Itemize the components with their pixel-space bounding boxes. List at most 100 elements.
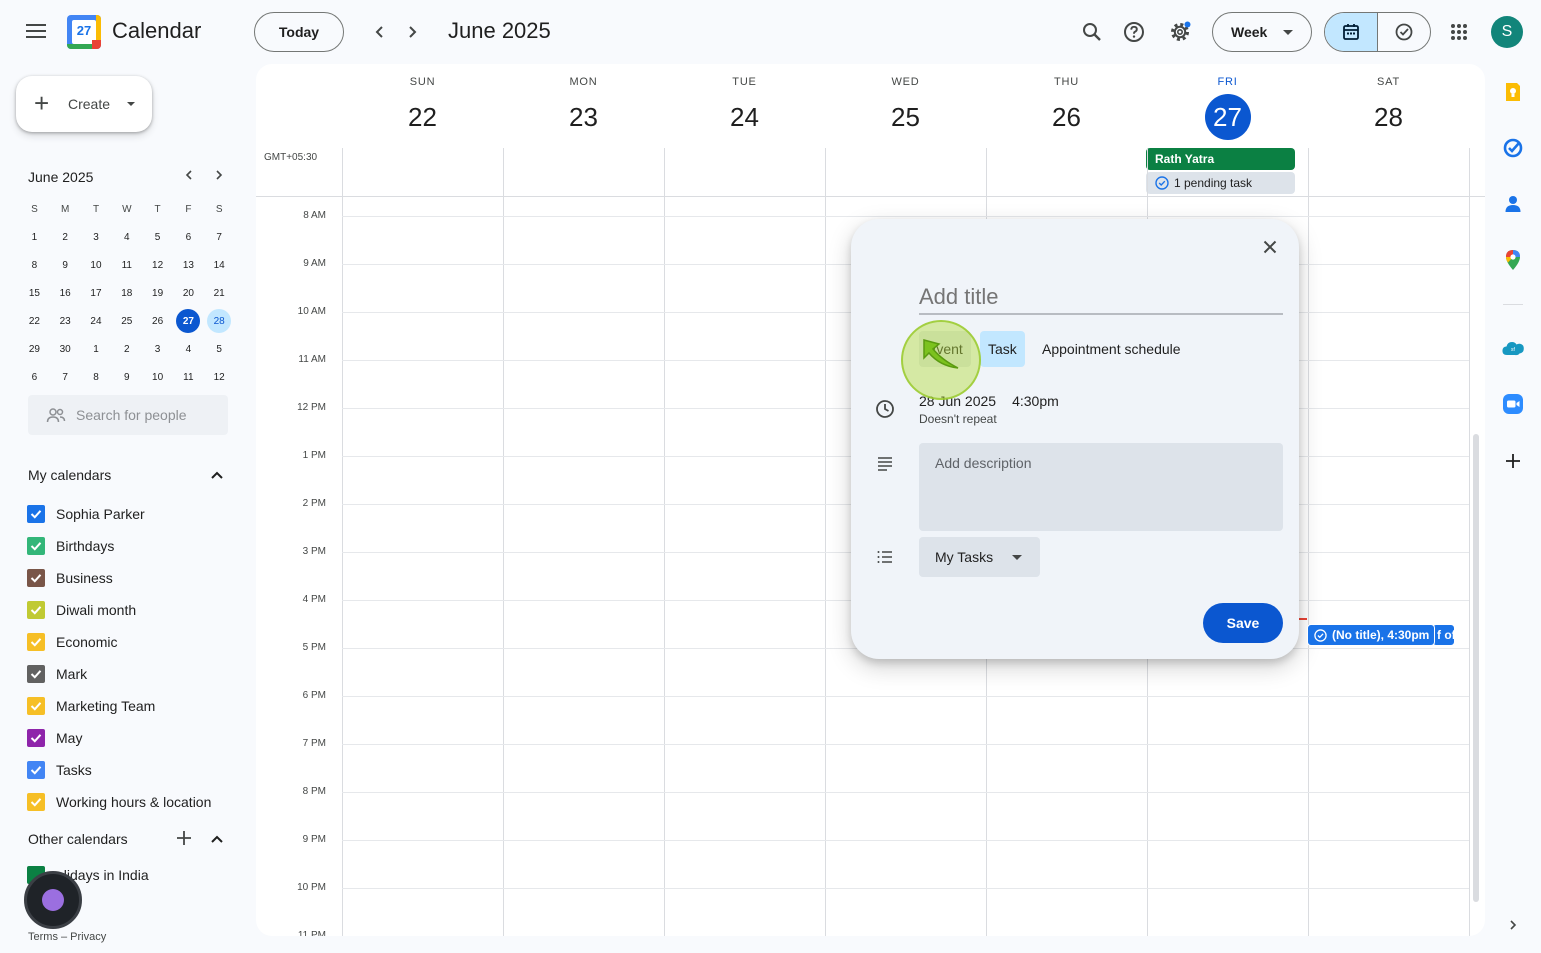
- mini-day[interactable]: 6: [173, 223, 204, 251]
- day-header[interactable]: FRI 27: [1147, 64, 1308, 148]
- all-day-event[interactable]: Rath Yatra: [1146, 148, 1295, 170]
- mini-day[interactable]: 4: [111, 223, 142, 251]
- day-header[interactable]: MON 23: [503, 64, 664, 148]
- mini-day[interactable]: 9: [50, 251, 81, 279]
- mini-calendar-previous-icon[interactable]: [180, 168, 198, 184]
- create-button[interactable]: + Create: [16, 76, 152, 132]
- mini-day[interactable]: 25: [111, 307, 142, 335]
- mini-day[interactable]: 7: [204, 223, 235, 251]
- mini-day[interactable]: 7: [50, 363, 81, 391]
- mini-day[interactable]: 6: [19, 363, 50, 391]
- settings-gear-icon[interactable]: [1164, 16, 1196, 48]
- mini-day[interactable]: 21: [204, 279, 235, 307]
- save-button[interactable]: Save: [1203, 603, 1283, 643]
- maps-icon[interactable]: [1501, 248, 1525, 272]
- mini-day[interactable]: 11: [111, 251, 142, 279]
- expand-side-panel-icon[interactable]: [1501, 913, 1525, 937]
- title-input[interactable]: [919, 281, 1283, 315]
- calendar-item[interactable]: Sophia Parker: [27, 498, 247, 530]
- calendar-checkbox[interactable]: [27, 633, 45, 651]
- calendar-checkbox[interactable]: [27, 537, 45, 555]
- time-picker[interactable]: 4:30pm: [1012, 393, 1059, 409]
- collapse-other-calendars-icon[interactable]: [209, 831, 225, 847]
- zoom-icon[interactable]: [1501, 392, 1525, 416]
- app-title[interactable]: Calendar: [112, 18, 201, 44]
- my-calendars-heading[interactable]: My calendars: [28, 467, 111, 483]
- mini-day[interactable]: 26: [142, 307, 173, 335]
- calendar-item[interactable]: Birthdays: [27, 530, 247, 562]
- day-number[interactable]: 27: [1204, 94, 1251, 140]
- calendar-item[interactable]: Working hours & location: [27, 786, 247, 818]
- mini-day[interactable]: 12: [204, 363, 235, 391]
- mini-day[interactable]: 1: [19, 223, 50, 251]
- tasks-icon[interactable]: [1501, 136, 1525, 160]
- mini-day[interactable]: 8: [19, 251, 50, 279]
- calendar-item[interactable]: Marketing Team: [27, 690, 247, 722]
- mini-day[interactable]: 13: [173, 251, 204, 279]
- collapse-my-calendars-icon[interactable]: [209, 467, 225, 483]
- mini-day[interactable]: 30: [50, 335, 81, 363]
- repeat-option[interactable]: Doesn't repeat: [919, 412, 997, 426]
- mini-day[interactable]: 28: [204, 307, 235, 335]
- mini-day[interactable]: 16: [50, 279, 81, 307]
- tab-appointment-schedule[interactable]: Appointment schedule: [1034, 331, 1189, 367]
- mini-day[interactable]: 2: [50, 223, 81, 251]
- mini-day[interactable]: 19: [142, 279, 173, 307]
- mini-day[interactable]: 15: [19, 279, 50, 307]
- search-icon[interactable]: [1076, 16, 1108, 48]
- day-header[interactable]: SUN 22: [342, 64, 503, 148]
- day-number[interactable]: 25: [883, 94, 929, 140]
- task-list-selector[interactable]: My Tasks: [919, 537, 1040, 577]
- day-header[interactable]: TUE 24: [664, 64, 825, 148]
- calendar-item[interactable]: Economic: [27, 626, 247, 658]
- calendar-checkbox[interactable]: [27, 665, 45, 683]
- mini-day[interactable]: 2: [111, 335, 142, 363]
- mini-day[interactable]: 10: [81, 251, 112, 279]
- previous-week-icon[interactable]: [368, 20, 392, 44]
- mini-day[interactable]: 14: [204, 251, 235, 279]
- pending-task-chip[interactable]: 1 pending task: [1146, 172, 1295, 194]
- people-search-field[interactable]: Search for people: [28, 395, 228, 435]
- account-avatar[interactable]: S: [1491, 16, 1523, 48]
- mini-day[interactable]: 11: [173, 363, 204, 391]
- day-header[interactable]: WED 25: [825, 64, 986, 148]
- mini-day[interactable]: 23: [50, 307, 81, 335]
- terms-privacy-links[interactable]: Terms – Privacy: [28, 931, 106, 943]
- description-field[interactable]: Add description: [919, 443, 1283, 531]
- mini-day[interactable]: 17: [81, 279, 112, 307]
- calendar-checkbox[interactable]: [27, 729, 45, 747]
- mini-day[interactable]: 18: [111, 279, 142, 307]
- mini-day[interactable]: 10: [142, 363, 173, 391]
- mini-calendar-next-icon[interactable]: [210, 168, 228, 184]
- mini-day[interactable]: 22: [19, 307, 50, 335]
- contacts-icon[interactable]: [1501, 192, 1525, 216]
- mini-day[interactable]: 20: [173, 279, 204, 307]
- mini-day[interactable]: 29: [19, 335, 50, 363]
- mini-day[interactable]: 12: [142, 251, 173, 279]
- today-button[interactable]: Today: [254, 12, 344, 52]
- calendar-item[interactable]: May: [27, 722, 247, 754]
- day-header[interactable]: THU 26: [986, 64, 1147, 148]
- view-selector[interactable]: Week: [1212, 12, 1312, 52]
- main-menu-icon[interactable]: [24, 20, 48, 44]
- week-scrollbar[interactable]: [1473, 434, 1479, 902]
- apps-grid-icon[interactable]: [1443, 16, 1475, 48]
- salesforce-icon[interactable]: sf: [1501, 336, 1525, 360]
- close-icon[interactable]: [1256, 233, 1284, 261]
- day-number[interactable]: 28: [1366, 94, 1412, 140]
- mini-day[interactable]: 5: [204, 335, 235, 363]
- calendar-item[interactable]: Tasks: [27, 754, 247, 786]
- calendar-item[interactable]: Mark: [27, 658, 247, 690]
- calendar-checkbox[interactable]: [27, 697, 45, 715]
- mini-day[interactable]: 3: [142, 335, 173, 363]
- tab-task[interactable]: Task: [980, 331, 1025, 367]
- calendar-item[interactable]: Diwali month: [27, 594, 247, 626]
- calendar-logo-icon[interactable]: 27: [67, 15, 101, 49]
- other-calendars-heading[interactable]: Other calendars: [28, 831, 128, 847]
- calendar-checkbox[interactable]: [27, 505, 45, 523]
- day-number[interactable]: 22: [400, 94, 446, 140]
- get-add-ons-plus-icon[interactable]: [1501, 449, 1525, 473]
- keep-icon[interactable]: [1501, 80, 1525, 104]
- calendar-checkbox[interactable]: [27, 601, 45, 619]
- mini-day[interactable]: 24: [81, 307, 112, 335]
